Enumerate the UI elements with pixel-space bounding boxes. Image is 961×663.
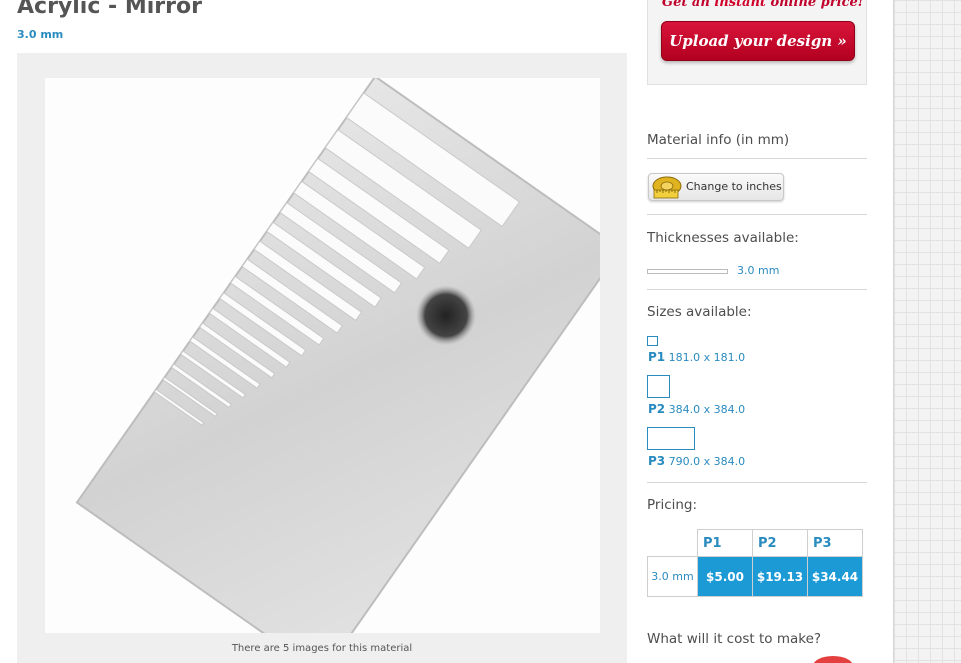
tagline-suffix: online price! [770, 0, 864, 10]
pricing-col-p1: P1 [697, 529, 753, 557]
divider [647, 289, 867, 290]
size-code: P3 [648, 454, 666, 468]
size-p3-swatch [647, 427, 695, 450]
red-badge-icon [813, 656, 853, 663]
tagline-highlight: instant [714, 0, 766, 10]
upload-design-button[interactable]: Upload your design » [661, 21, 855, 61]
tape-measure-icon [652, 176, 682, 199]
material-photo[interactable] [45, 78, 600, 633]
cost-question-heading: What will it cost to make? [647, 631, 822, 647]
page-title: Acrylic - Mirror [17, 0, 202, 19]
pricing-table: P1 P2 P3 3.0 mm $5.00 $19.13 $34.44 [647, 529, 863, 597]
tagline-prefix: Get an [662, 0, 710, 10]
size-code: P2 [648, 402, 666, 416]
size-option-p3[interactable]: P3 790.0 x 384.0 [648, 454, 745, 468]
pricing-row: 3.0 mm $5.00 $19.13 $34.44 [647, 556, 863, 597]
pricing-corner [648, 530, 698, 557]
pricing-col-p3: P3 [807, 529, 863, 557]
thickness-option[interactable]: 3.0 mm [737, 264, 779, 277]
pricing-heading: Pricing: [647, 497, 698, 513]
divider [647, 482, 867, 483]
size-dims: 790.0 x 384.0 [668, 455, 746, 468]
size-dims: 384.0 x 384.0 [668, 403, 746, 416]
size-dims: 181.0 x 181.0 [668, 351, 746, 364]
size-option-p2[interactable]: P2 384.0 x 384.0 [648, 402, 745, 416]
material-thickness: 3.0 mm [17, 28, 64, 41]
price-p3[interactable]: $34.44 [807, 556, 863, 597]
pricing-col-p2: P2 [752, 529, 808, 557]
change-to-inches-button[interactable]: Change to inches [648, 173, 784, 201]
size-option-p1[interactable]: P1 181.0 x 181.0 [648, 350, 745, 364]
divider [647, 158, 867, 159]
size-p2-swatch [647, 375, 670, 398]
pricing-row-thickness: 3.0 mm [647, 556, 698, 597]
size-p1-swatch [647, 336, 658, 346]
change-to-inches-label: Change to inches [686, 180, 782, 193]
mirror-sample-image [75, 78, 600, 633]
price-p2[interactable]: $19.13 [752, 556, 808, 597]
thicknesses-heading: Thicknesses available: [647, 230, 799, 246]
price-p1[interactable]: $5.00 [697, 556, 753, 597]
background-grid [893, 0, 961, 663]
image-gallery: There are 5 images for this material [17, 53, 627, 663]
divider [647, 214, 867, 215]
pricing-header-row: P1 P2 P3 [648, 529, 863, 557]
upload-promo-panel: Get an instant online price! Upload your… [647, 0, 867, 85]
size-code: P1 [648, 350, 666, 364]
thickness-swatch [647, 269, 728, 274]
gallery-caption: There are 5 images for this material [231, 643, 413, 654]
promo-tagline: Get an instant online price! [662, 0, 863, 10]
sizes-heading: Sizes available: [647, 304, 752, 320]
material-info-heading: Material info (in mm) [647, 132, 790, 148]
